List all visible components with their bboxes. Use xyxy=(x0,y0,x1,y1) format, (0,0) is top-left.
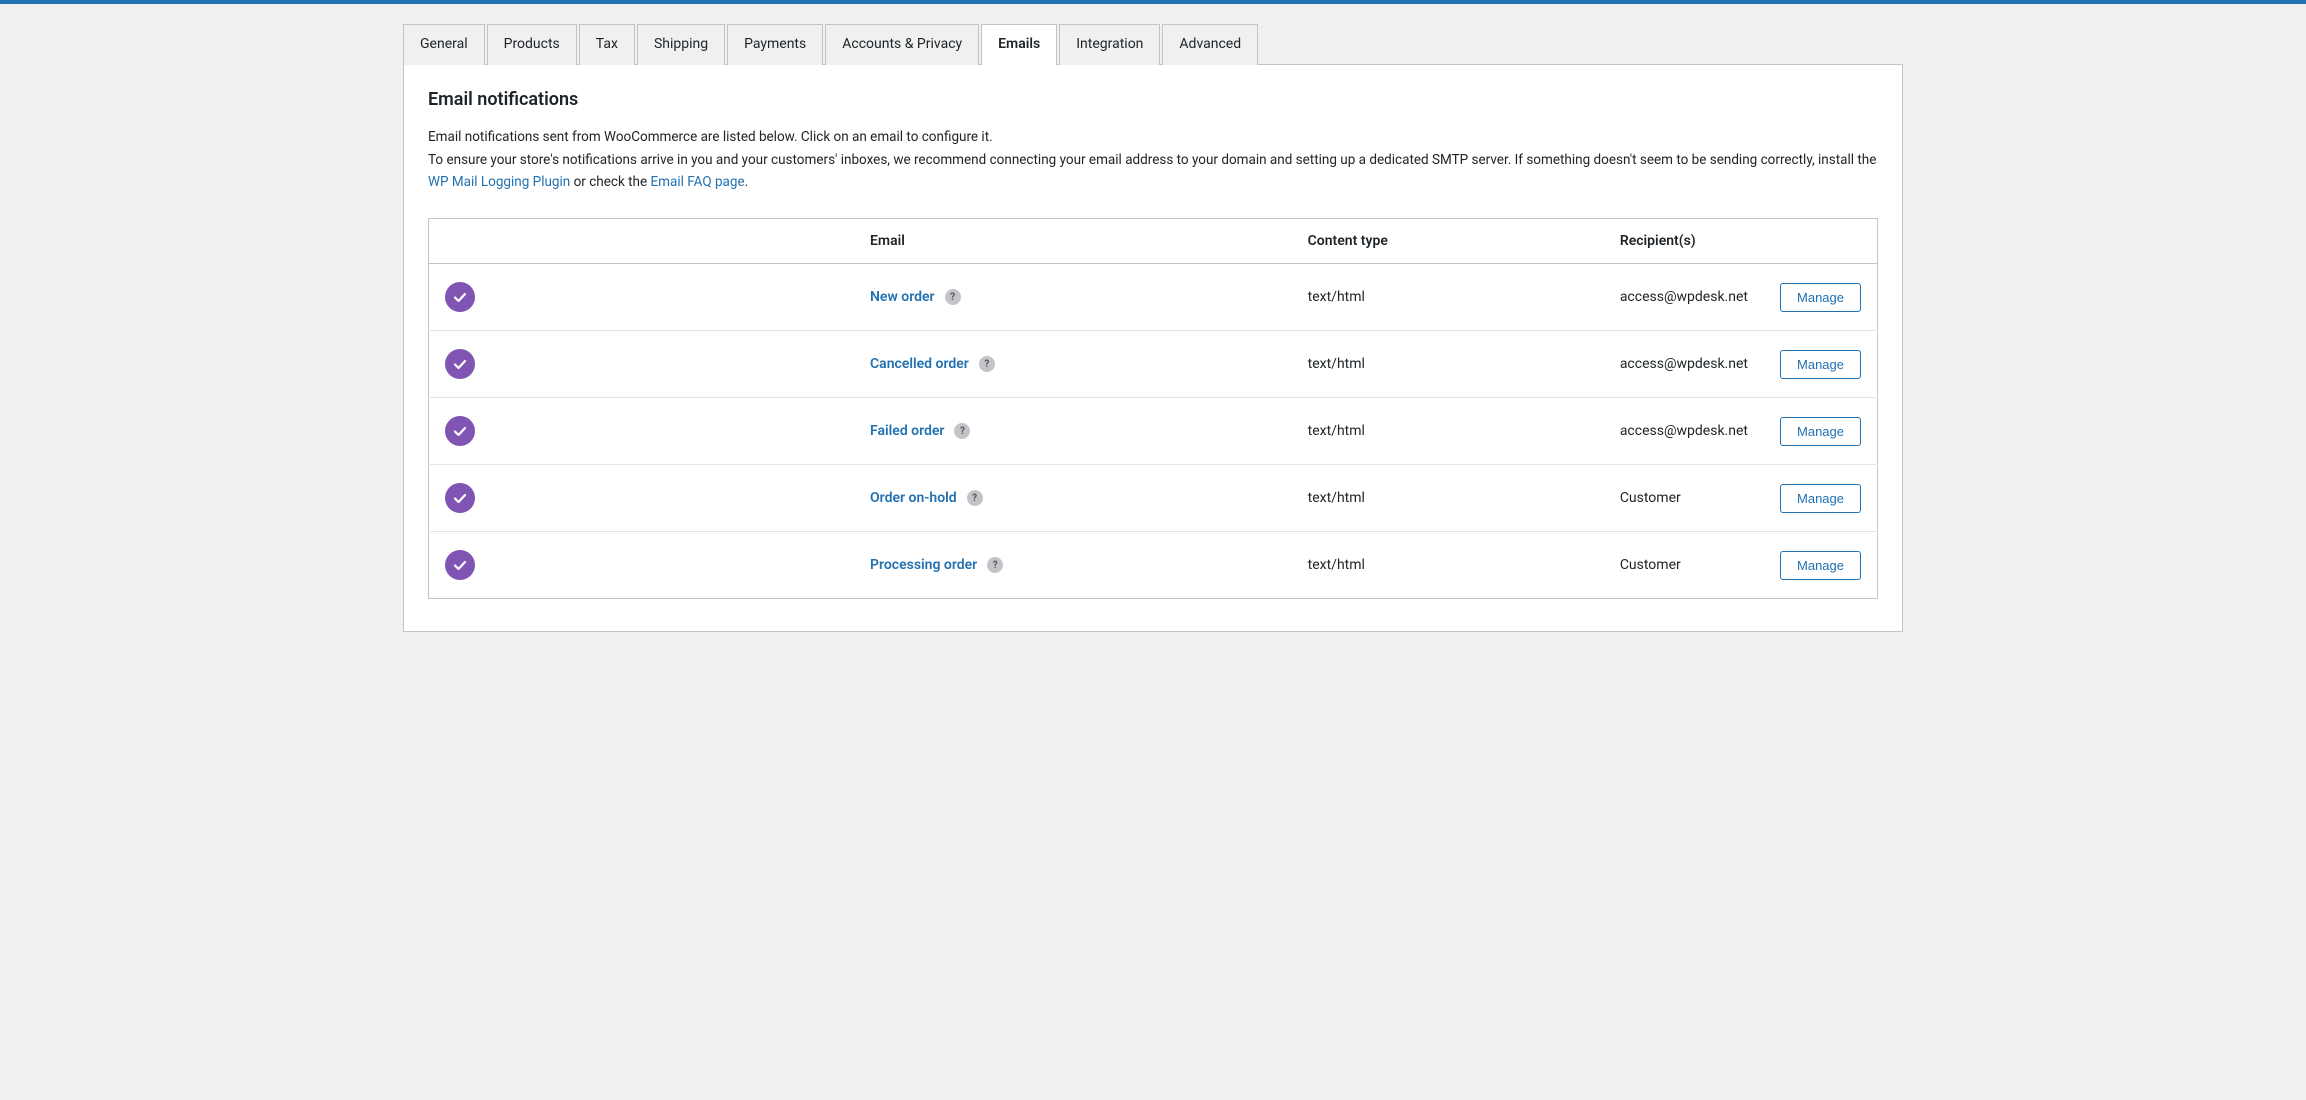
col-header-email-label: Email xyxy=(854,219,1292,264)
tab-general[interactable]: General xyxy=(403,24,485,65)
enabled-check-icon xyxy=(445,349,475,379)
content-area: Email notifications Email notifications … xyxy=(403,65,1903,633)
email-name-cell: Cancelled order? xyxy=(854,331,1292,398)
col-header-content-type: Content type xyxy=(1292,219,1604,264)
enabled-check-icon xyxy=(445,416,475,446)
status-icon-cell xyxy=(429,465,855,532)
tab-emails[interactable]: Emails xyxy=(981,24,1057,65)
col-header-recipients: Recipient(s) xyxy=(1604,219,1764,264)
manage-button-failed-order[interactable]: Manage xyxy=(1780,417,1861,446)
status-icon-cell xyxy=(429,532,855,599)
content-type-cell: text/html xyxy=(1292,398,1604,465)
email-faq-link[interactable]: Email FAQ page xyxy=(651,174,745,190)
action-cell: Manage xyxy=(1764,264,1878,331)
status-icon-cell xyxy=(429,331,855,398)
manage-button-new-order[interactable]: Manage xyxy=(1780,283,1861,312)
table-row: Processing order?text/htmlCustomerManage xyxy=(429,532,1878,599)
action-cell: Manage xyxy=(1764,532,1878,599)
tab-payments[interactable]: Payments xyxy=(727,24,823,65)
tab-shipping[interactable]: Shipping xyxy=(637,24,725,65)
manage-button-cancelled-order[interactable]: Manage xyxy=(1780,350,1861,379)
content-type-cell: text/html xyxy=(1292,465,1604,532)
table-header: Email Content type Recipient(s) xyxy=(429,219,1878,264)
table-body: New order?text/htmlaccess@wpdesk.netMana… xyxy=(429,264,1878,599)
tab-integration[interactable]: Integration xyxy=(1059,24,1160,65)
table-row: Order on-hold?text/htmlCustomerManage xyxy=(429,465,1878,532)
recipient-cell: access@wpdesk.net xyxy=(1604,264,1764,331)
tab-advanced[interactable]: Advanced xyxy=(1162,24,1258,65)
help-icon-cancelled-order[interactable]: ? xyxy=(979,356,995,372)
email-name-link-order-on-hold[interactable]: Order on-hold xyxy=(870,490,957,506)
settings-tabs: GeneralProductsTaxShippingPaymentsAccoun… xyxy=(403,24,1903,65)
description-line2-start: To ensure your store's notifications arr… xyxy=(428,152,1876,168)
status-icon-cell xyxy=(429,264,855,331)
recipient-cell: Customer xyxy=(1604,532,1764,599)
email-name-link-new-order[interactable]: New order xyxy=(870,289,935,305)
email-name-cell: Failed order? xyxy=(854,398,1292,465)
wp-mail-logging-link[interactable]: WP Mail Logging Plugin xyxy=(428,174,570,190)
email-name-link-failed-order[interactable]: Failed order xyxy=(870,423,944,439)
email-name-link-cancelled-order[interactable]: Cancelled order xyxy=(870,356,969,372)
email-name-cell: Processing order? xyxy=(854,532,1292,599)
tab-tax[interactable]: Tax xyxy=(579,24,635,65)
enabled-check-icon xyxy=(445,282,475,312)
manage-button-order-on-hold[interactable]: Manage xyxy=(1780,484,1861,513)
status-icon-cell xyxy=(429,398,855,465)
recipient-cell: Customer xyxy=(1604,465,1764,532)
enabled-check-icon xyxy=(445,483,475,513)
action-cell: Manage xyxy=(1764,465,1878,532)
help-icon-processing-order[interactable]: ? xyxy=(987,557,1003,573)
tab-accounts-privacy[interactable]: Accounts & Privacy xyxy=(825,24,979,65)
table-row: Failed order?text/htmlaccess@wpdesk.netM… xyxy=(429,398,1878,465)
table-row: Cancelled order?text/htmlaccess@wpdesk.n… xyxy=(429,331,1878,398)
description-line2-end: . xyxy=(745,174,749,190)
email-name-link-processing-order[interactable]: Processing order xyxy=(870,557,977,573)
recipient-cell: access@wpdesk.net xyxy=(1604,398,1764,465)
help-icon-new-order[interactable]: ? xyxy=(945,289,961,305)
description-block: Email notifications sent from WooCommerc… xyxy=(428,126,1878,195)
action-cell: Manage xyxy=(1764,398,1878,465)
email-name-cell: New order? xyxy=(854,264,1292,331)
col-header-email xyxy=(429,219,855,264)
manage-button-processing-order[interactable]: Manage xyxy=(1780,551,1861,580)
help-icon-order-on-hold[interactable]: ? xyxy=(967,490,983,506)
enabled-check-icon xyxy=(445,550,475,580)
help-icon-failed-order[interactable]: ? xyxy=(954,423,970,439)
content-type-cell: text/html xyxy=(1292,264,1604,331)
description-line1: Email notifications sent from WooCommerc… xyxy=(428,129,993,145)
recipient-cell: access@wpdesk.net xyxy=(1604,331,1764,398)
action-cell: Manage xyxy=(1764,331,1878,398)
content-type-cell: text/html xyxy=(1292,331,1604,398)
email-notifications-table: Email Content type Recipient(s) New orde… xyxy=(428,218,1878,599)
content-type-cell: text/html xyxy=(1292,532,1604,599)
section-title: Email notifications xyxy=(428,89,1878,110)
tab-products[interactable]: Products xyxy=(487,24,577,65)
description-line2-mid: or check the xyxy=(570,174,650,190)
email-name-cell: Order on-hold? xyxy=(854,465,1292,532)
table-row: New order?text/htmlaccess@wpdesk.netMana… xyxy=(429,264,1878,331)
col-header-action xyxy=(1764,219,1878,264)
